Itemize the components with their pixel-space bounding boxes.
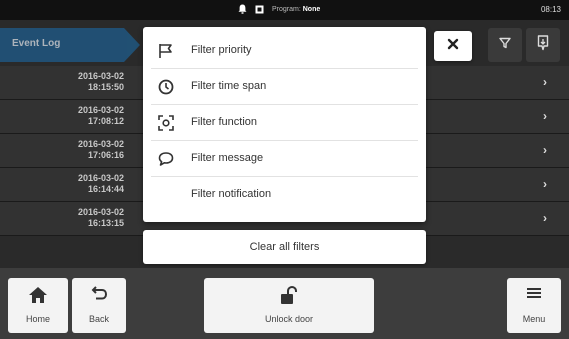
chevron-right-icon: ›	[543, 109, 547, 123]
event-timestamp: 2016-03-02 16:14:44	[77, 173, 124, 194]
back-arrow-icon	[72, 286, 126, 304]
tab-event-log-label: Event Log	[12, 38, 61, 49]
home-button[interactable]: Home	[8, 278, 68, 333]
event-timestamp: 2016-03-02 18:15:50	[77, 71, 124, 92]
filter-function-label: Filter function	[191, 116, 258, 128]
chevron-right-icon: ›	[543, 211, 547, 225]
filter-notification-item[interactable]: Filter notification	[151, 177, 418, 213]
flag-icon	[157, 42, 175, 60]
clear-all-filters-label: Clear all filters	[249, 241, 320, 253]
home-label: Home	[25, 314, 50, 324]
back-label: Back	[88, 314, 109, 324]
program-value: None	[302, 5, 321, 13]
filter-notification-label: Filter notification	[191, 188, 272, 200]
menu-label: Menu	[522, 314, 546, 324]
event-timestamp: 2016-03-02 16:13:15	[77, 207, 124, 228]
filter-message-item[interactable]: Filter message	[151, 141, 418, 177]
filter-priority-item[interactable]: Filter priority	[151, 33, 418, 69]
program-label: Program:	[272, 5, 301, 13]
filter-time-span-label: Filter time span	[191, 80, 267, 92]
filter-funnel-icon	[499, 36, 511, 54]
function-icon	[157, 114, 175, 132]
filter-message-label: Filter message	[191, 152, 264, 164]
filter-function-item[interactable]: Filter function	[151, 105, 418, 141]
chevron-right-icon: ›	[543, 143, 547, 157]
unlock-padlock-icon	[204, 286, 374, 306]
event-timestamp: 2016-03-02 17:06:16	[77, 139, 124, 160]
back-button[interactable]: Back	[72, 278, 126, 333]
program-icon	[255, 5, 264, 14]
status-bar: Program: None 08:13	[0, 0, 569, 20]
tab-event-log[interactable]: Event Log	[0, 28, 140, 62]
export-button[interactable]	[526, 28, 560, 62]
chevron-right-icon: ›	[543, 177, 547, 191]
filter-menu: Filter priority Filter time span Filter …	[143, 27, 426, 222]
menu-button[interactable]: Menu	[507, 278, 561, 333]
close-icon	[447, 37, 459, 55]
bottom-navigation: Home Back Unlock door Menu	[0, 268, 569, 339]
home-icon	[8, 286, 68, 304]
unlock-door-label: Unlock door	[264, 314, 314, 324]
export-file-icon	[537, 34, 549, 56]
status-center: Program: None	[238, 4, 320, 14]
unlock-door-button[interactable]: Unlock door	[204, 278, 374, 333]
filter-button[interactable]	[488, 28, 522, 62]
alarm-bell-icon	[238, 4, 247, 14]
clock-time: 08:13	[540, 5, 561, 14]
clear-all-filters-button[interactable]: Clear all filters	[143, 230, 426, 264]
chevron-right-icon: ›	[543, 75, 547, 89]
menu-hamburger-icon	[507, 286, 561, 300]
close-button[interactable]	[434, 31, 472, 61]
clock-icon	[157, 78, 175, 96]
event-timestamp: 2016-03-02 17:08:12	[77, 105, 124, 126]
filter-priority-label: Filter priority	[191, 44, 252, 56]
message-icon	[157, 150, 175, 168]
filter-time-span-item[interactable]: Filter time span	[151, 69, 418, 105]
